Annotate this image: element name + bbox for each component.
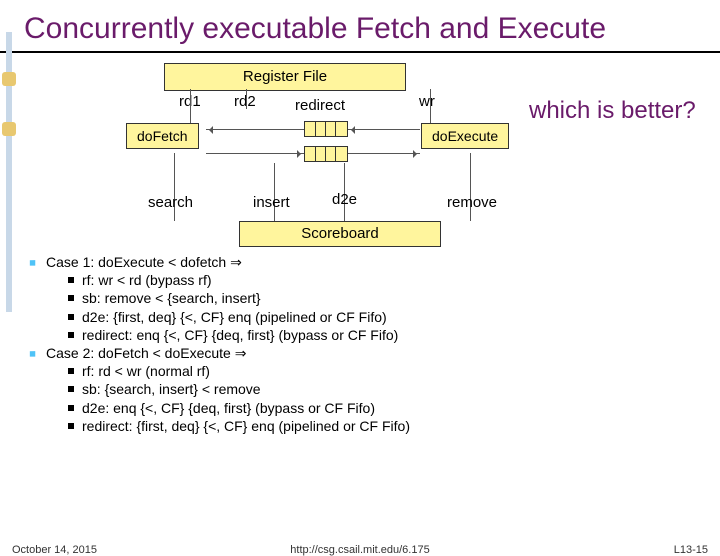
divider bbox=[0, 51, 720, 53]
wr-label: wr bbox=[419, 93, 435, 110]
register-file-box: Register File bbox=[164, 63, 406, 91]
remove-label: remove bbox=[447, 194, 497, 211]
case-list: ◆Case 1: doExecute < dofetch ⇒ rf: wr < … bbox=[28, 253, 692, 435]
case1-d2e: d2e: {first, deq} {<, CF} enq (pipelined… bbox=[82, 309, 387, 325]
redirect-arrow-in bbox=[348, 129, 420, 130]
search-label: search bbox=[148, 194, 193, 211]
insert-label: insert bbox=[253, 194, 290, 211]
scoreboard-box: Scoreboard bbox=[239, 221, 441, 247]
slide-title: Concurrently executable Fetch and Execut… bbox=[24, 12, 720, 45]
case2-heading: Case 2: doFetch < doExecute ⇒ bbox=[46, 345, 246, 361]
redirect-label: redirect bbox=[295, 97, 345, 114]
rd2-line bbox=[246, 89, 247, 109]
square-icon bbox=[68, 277, 74, 283]
case2-d2e: d2e: enq {<, CF} {deq, first} (bypass or… bbox=[82, 400, 375, 416]
case1-redirect: redirect: enq {<, CF} {deq, first} (bypa… bbox=[82, 327, 398, 343]
case1-heading: Case 1: doExecute < dofetch ⇒ bbox=[46, 254, 242, 270]
d2e-fifo bbox=[304, 146, 348, 162]
square-icon bbox=[68, 423, 74, 429]
doexecute-box: doExecute bbox=[421, 123, 509, 149]
case1-rf: rf: wr < rd (bypass rf) bbox=[82, 272, 212, 288]
footer-page: L13-15 bbox=[674, 544, 708, 556]
square-icon bbox=[68, 332, 74, 338]
rd1-line bbox=[190, 89, 191, 127]
rd2-label: rd2 bbox=[234, 93, 256, 110]
case2-redirect: redirect: {first, deq} {<, CF} enq (pipe… bbox=[82, 418, 410, 434]
square-icon bbox=[68, 314, 74, 320]
footer-url: http://csg.csail.mit.edu/6.175 bbox=[0, 544, 720, 556]
square-icon bbox=[68, 368, 74, 374]
case2-rf: rf: rd < wr (normal rf) bbox=[82, 363, 210, 379]
insert-line bbox=[274, 163, 275, 221]
d2e-arrow-right bbox=[348, 153, 420, 154]
dofetch-box: doFetch bbox=[126, 123, 199, 149]
which-better-label: which is better? bbox=[529, 98, 696, 124]
square-icon bbox=[68, 386, 74, 392]
wr-line bbox=[430, 89, 431, 127]
d2e-label: d2e bbox=[332, 191, 357, 208]
case1-sb: sb: remove < {search, insert} bbox=[82, 290, 261, 306]
redirect-arrow-left bbox=[206, 129, 304, 130]
square-icon bbox=[68, 295, 74, 301]
square-icon bbox=[68, 405, 74, 411]
left-decor bbox=[6, 32, 12, 312]
case2-sb: sb: {search, insert} < remove bbox=[82, 381, 261, 397]
d2e-arrow-out bbox=[206, 153, 304, 154]
diagram: Register File rd1 rd2 redirect wr doFetc… bbox=[24, 63, 696, 253]
redirect-fifo bbox=[304, 121, 348, 137]
